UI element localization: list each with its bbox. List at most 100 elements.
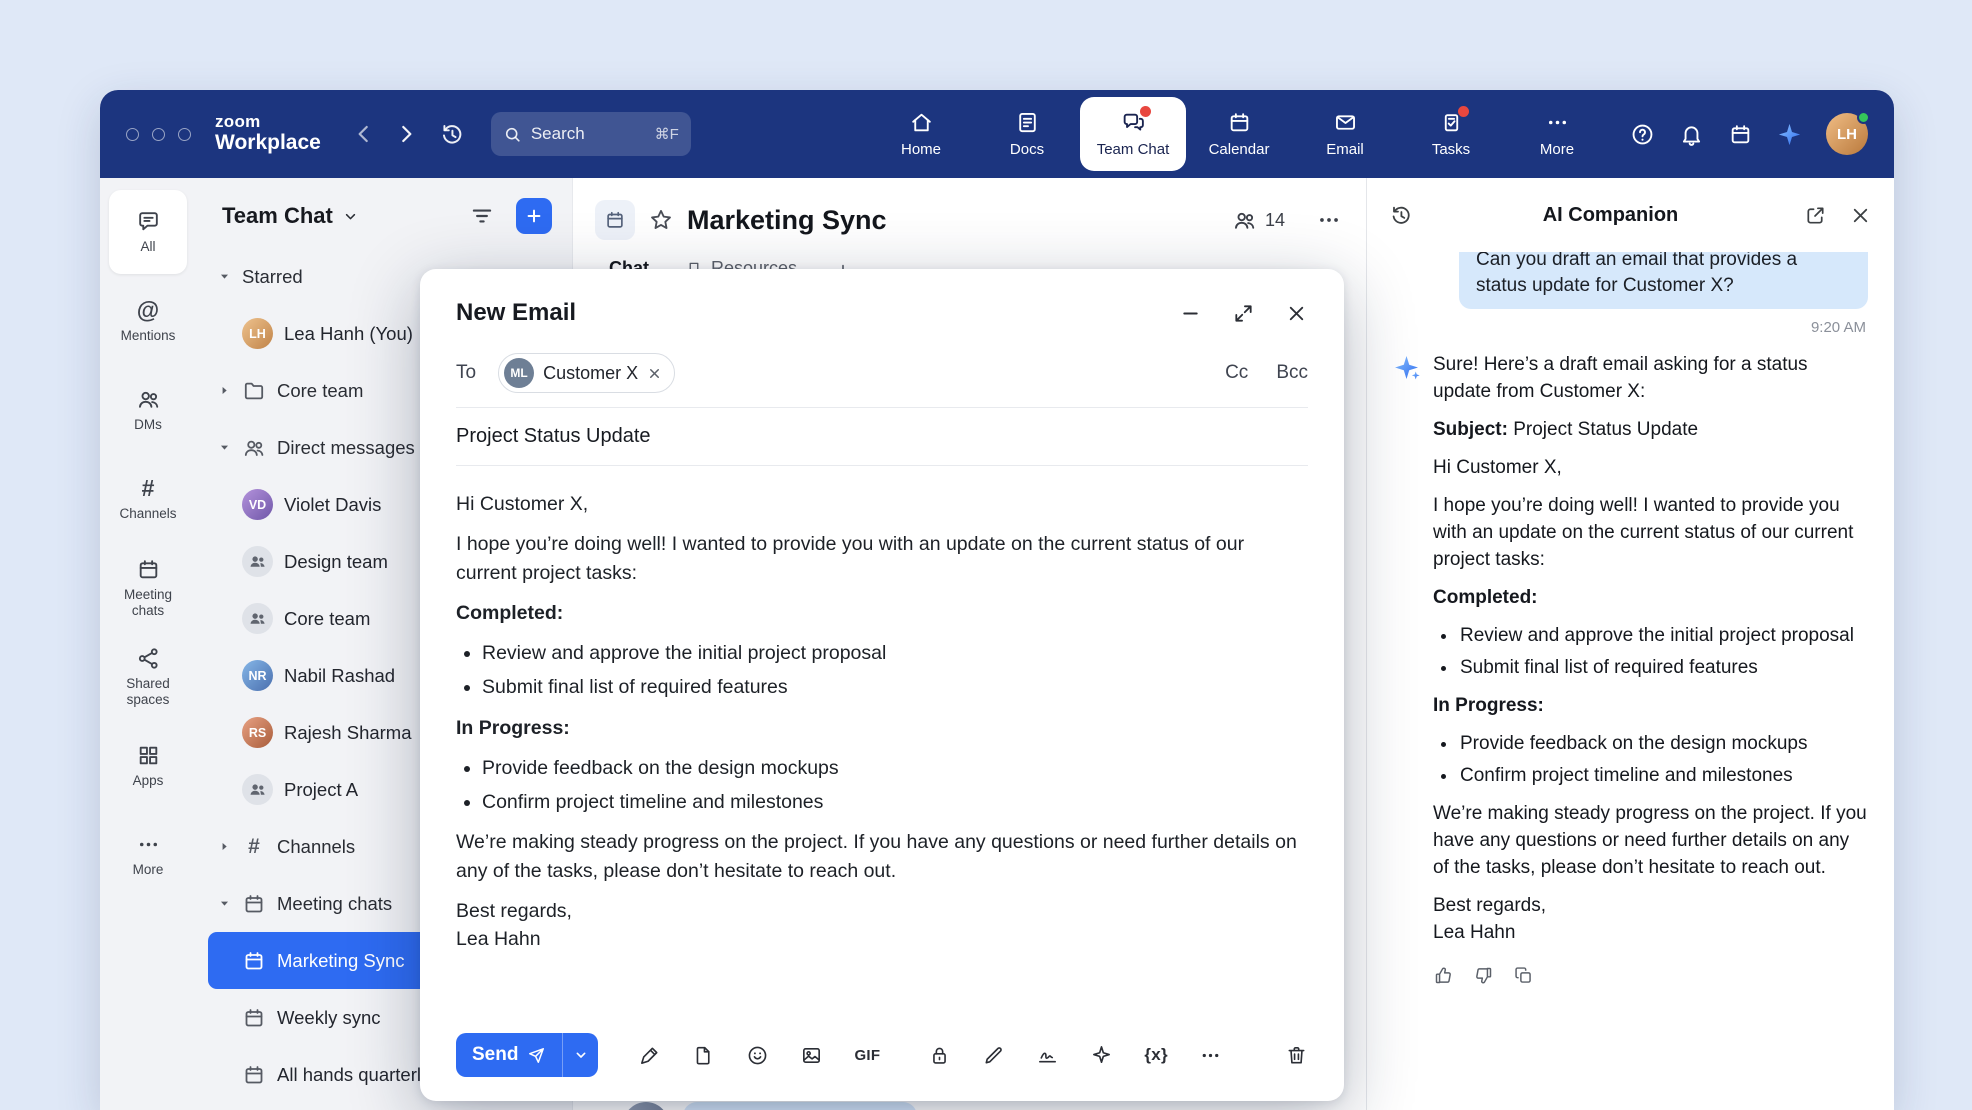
signature-block: Best regards,Lea Hahn bbox=[456, 897, 1308, 954]
recipient-chip[interactable]: ML Customer X bbox=[498, 353, 675, 393]
to-label: To bbox=[456, 362, 476, 384]
filter-icon[interactable] bbox=[469, 203, 495, 229]
close-icon[interactable] bbox=[1849, 204, 1872, 227]
rail-item-all[interactable]: All bbox=[109, 190, 187, 274]
close-icon[interactable] bbox=[1285, 302, 1308, 325]
format-pen-icon[interactable] bbox=[638, 1044, 661, 1067]
calendar-date-icon[interactable] bbox=[1728, 122, 1753, 147]
brand-zoom: zoom bbox=[215, 113, 321, 131]
avatar: RS bbox=[242, 717, 273, 748]
nav-item-email[interactable]: Email bbox=[1292, 97, 1398, 171]
window-zoom-button[interactable] bbox=[178, 128, 191, 141]
meeting-calendar-icon bbox=[242, 1063, 266, 1087]
pencil-icon[interactable] bbox=[982, 1044, 1005, 1067]
rail-item-mentions[interactable]: @ Mentions bbox=[109, 279, 187, 363]
apps-icon bbox=[136, 743, 161, 768]
send-button[interactable]: Send bbox=[456, 1033, 562, 1077]
user-avatar[interactable]: LH bbox=[1826, 113, 1868, 155]
ai-sparkle-icon[interactable] bbox=[1777, 122, 1802, 147]
rail-item-channels[interactable]: # Channels bbox=[109, 457, 187, 541]
window-minimize-button[interactable] bbox=[152, 128, 165, 141]
ai-response: Sure! Here’s a draft email asking for a … bbox=[1433, 352, 1868, 946]
rail-item-apps[interactable]: Apps bbox=[109, 724, 187, 808]
back-icon[interactable] bbox=[351, 121, 377, 147]
forward-icon[interactable] bbox=[393, 121, 419, 147]
shared-spaces-icon bbox=[136, 646, 161, 671]
hash-icon: # bbox=[142, 476, 155, 501]
plus-icon bbox=[524, 206, 544, 226]
nav-item-home[interactable]: Home bbox=[868, 97, 974, 171]
modal-title: New Email bbox=[456, 299, 576, 327]
attach-file-icon[interactable] bbox=[692, 1044, 715, 1067]
chat-message[interactable]: Great discussion team! bbox=[623, 1102, 917, 1110]
subject-field[interactable]: Project Status Update bbox=[420, 408, 1344, 465]
chevron-expanded-icon bbox=[218, 441, 231, 454]
minimize-icon[interactable] bbox=[1179, 302, 1202, 325]
team-chat-icon bbox=[1121, 110, 1146, 135]
recipient-avatar: ML bbox=[504, 358, 534, 388]
copy-icon[interactable] bbox=[1513, 965, 1534, 986]
chat-bubble-icon bbox=[136, 209, 161, 234]
nav-item-tasks[interactable]: Tasks bbox=[1398, 97, 1504, 171]
ai-conversation: Can you draft an email that provides a s… bbox=[1367, 252, 1894, 1110]
more-options-icon[interactable] bbox=[1199, 1044, 1222, 1067]
search-input[interactable]: Search ⌘F bbox=[491, 112, 691, 156]
new-chat-button[interactable] bbox=[516, 198, 552, 234]
chevron-down-icon[interactable] bbox=[342, 208, 359, 225]
more-dots-icon bbox=[136, 832, 161, 857]
thumbs-down-icon[interactable] bbox=[1473, 965, 1494, 986]
send-options-button[interactable] bbox=[562, 1033, 598, 1077]
cc-button[interactable]: Cc bbox=[1225, 362, 1248, 384]
members-count[interactable]: 14 bbox=[1232, 208, 1285, 233]
history-icon[interactable] bbox=[439, 121, 465, 147]
signature-icon[interactable] bbox=[1036, 1044, 1059, 1067]
chat-more-icon[interactable] bbox=[1316, 207, 1342, 233]
hash-icon: # bbox=[242, 835, 266, 859]
chevron-expanded-icon bbox=[218, 897, 231, 910]
nav-item-docs[interactable]: Docs bbox=[974, 97, 1080, 171]
ai-response-subject: Subject: Project Status Update bbox=[1433, 417, 1868, 444]
history-icon[interactable] bbox=[1389, 203, 1413, 227]
lock-icon[interactable] bbox=[928, 1044, 951, 1067]
nav-item-calendar[interactable]: Calendar bbox=[1186, 97, 1292, 171]
meeting-calendar-icon bbox=[136, 557, 161, 582]
emoji-icon[interactable] bbox=[746, 1044, 769, 1067]
tasks-badge bbox=[1458, 106, 1469, 117]
nav-item-team-chat[interactable]: Team Chat bbox=[1080, 97, 1186, 171]
window-close-button[interactable] bbox=[126, 128, 139, 141]
email-body-editor[interactable]: Hi Customer X, I hope you’re doing well!… bbox=[420, 466, 1344, 1015]
rail-item-dms[interactable]: DMs bbox=[109, 368, 187, 452]
ai-sparkle-icon[interactable] bbox=[1090, 1044, 1113, 1067]
star-icon[interactable] bbox=[648, 207, 674, 233]
topbar: zoom Workplace Search ⌘F Home Docs bbox=[100, 90, 1894, 178]
gif-icon[interactable]: GIF bbox=[854, 1047, 880, 1064]
bcc-button[interactable]: Bcc bbox=[1276, 362, 1308, 384]
thumbs-up-icon[interactable] bbox=[1433, 965, 1454, 986]
nav-item-more[interactable]: More bbox=[1504, 97, 1610, 171]
topbar-right-cluster: LH bbox=[1630, 113, 1868, 155]
window-controls bbox=[126, 128, 191, 141]
send-button-group: Send bbox=[456, 1033, 598, 1077]
trash-icon[interactable] bbox=[1285, 1044, 1308, 1067]
in-progress-list: Provide feedback on the design mockups C… bbox=[456, 754, 1308, 817]
remove-recipient-icon[interactable] bbox=[647, 366, 662, 381]
ai-in-progress-list: Provide feedback on the design mockups C… bbox=[1433, 731, 1868, 790]
screen: { "colors": { "topbar_bg": "#1c357f", "a… bbox=[0, 0, 1972, 1110]
search-placeholder: Search bbox=[531, 124, 585, 144]
brand-logo: zoom Workplace bbox=[215, 113, 321, 154]
chevron-collapsed-icon bbox=[218, 384, 231, 397]
notifications-bell-icon[interactable] bbox=[1679, 122, 1704, 147]
sidebar-title[interactable]: Team Chat bbox=[222, 203, 333, 229]
rail-item-shared-spaces[interactable]: Shared spaces bbox=[109, 635, 187, 719]
chat-item-lea-rajesh[interactable]: LR Lea/Rajesh 1:1 bbox=[208, 1103, 560, 1110]
expand-icon[interactable] bbox=[1232, 302, 1255, 325]
search-shortcut: ⌘F bbox=[655, 125, 679, 143]
help-icon[interactable] bbox=[1630, 122, 1655, 147]
rail-item-more[interactable]: More bbox=[109, 813, 187, 897]
brand-workplace: Workplace bbox=[215, 132, 321, 155]
variables-icon[interactable]: {x} bbox=[1144, 1045, 1168, 1065]
image-icon[interactable] bbox=[800, 1044, 823, 1067]
open-in-new-icon[interactable] bbox=[1804, 204, 1827, 227]
rail-item-meeting-chats[interactable]: Meeting chats bbox=[109, 546, 187, 630]
more-icon bbox=[1545, 110, 1570, 135]
